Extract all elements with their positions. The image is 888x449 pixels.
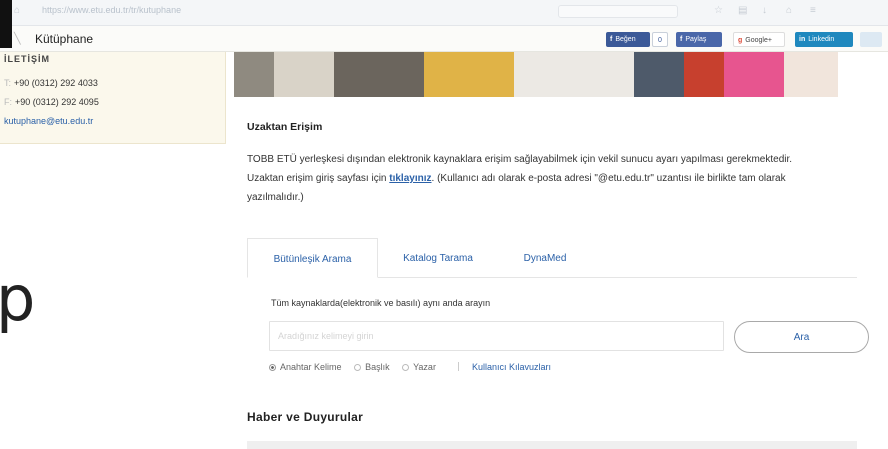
decorative-overlay	[0, 230, 888, 449]
page: ⌂ https://www.etu.edu.tr/tr/kutuphane ☆ …	[0, 0, 888, 449]
